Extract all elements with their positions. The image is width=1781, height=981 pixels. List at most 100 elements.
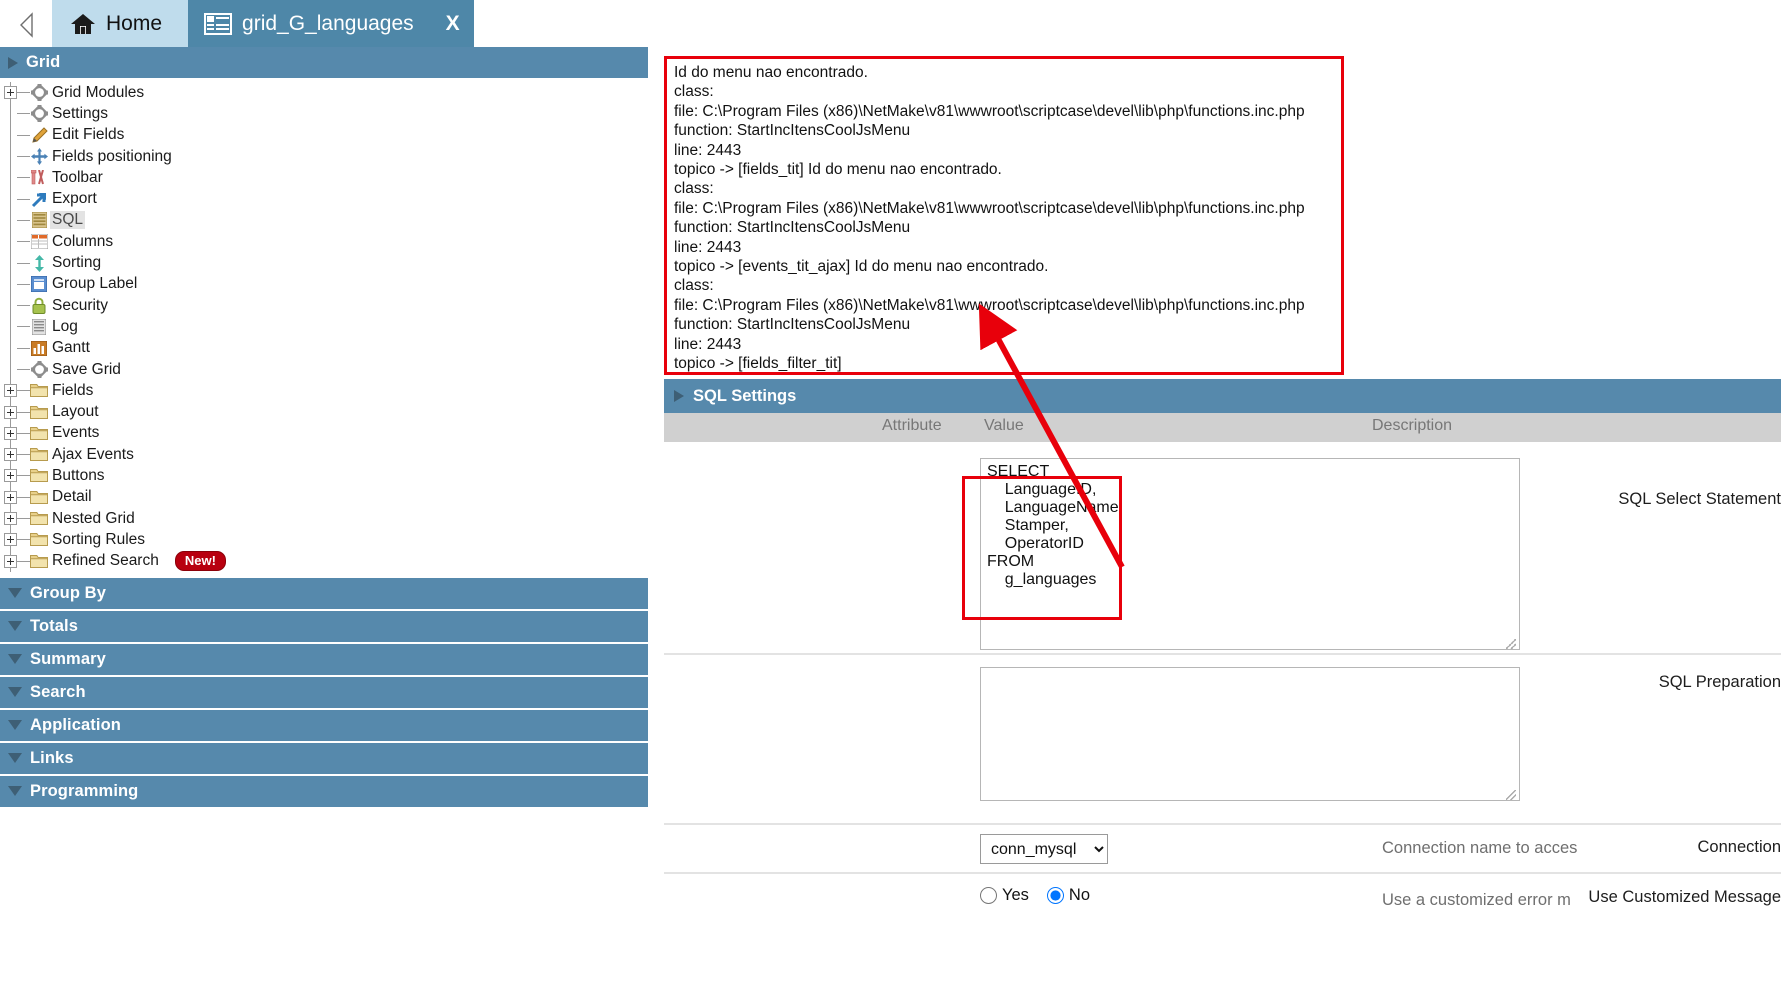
tree-expand-icon[interactable] [4,554,17,568]
sidebar-item-label: Layout [52,403,99,421]
sidebar-group-links[interactable]: Links [0,742,648,776]
sidebar-item-label: Security [52,296,108,314]
connection-select[interactable]: conn_mysql [980,834,1108,864]
sql-settings-title: SQL Settings [693,386,797,405]
sidebar-item-fields[interactable]: Fields [0,380,648,401]
radio-yes-input[interactable] [980,887,997,904]
tree-expand-icon[interactable] [4,512,17,526]
sql-select-statement-input[interactable] [980,458,1520,650]
back-button[interactable] [0,0,52,47]
sidebar-item-toolbar[interactable]: Toolbar [0,167,648,188]
sidebar-item-columns[interactable]: Columns [0,231,648,252]
tree-expand-icon[interactable] [4,469,17,483]
chevron-down-icon [8,654,22,665]
tab-home[interactable]: Home [52,0,189,47]
folder-icon [30,532,48,548]
radio-yes-label: Yes [1002,886,1029,904]
sidebar-item-label: Export [52,190,97,208]
folder-icon [30,447,48,463]
sidebar-item-export[interactable]: Export [0,188,648,209]
sidebar-item-gantt[interactable]: Gantt [0,338,648,359]
tree-expand-icon[interactable] [4,86,17,100]
tree-branch-line [17,241,30,243]
column-header-description: Description [1372,417,1453,434]
folder-icon [30,404,48,420]
sidebar-group-programming[interactable]: Programming [0,775,648,809]
sidebar-item-log[interactable]: Log [0,316,648,337]
sidebar-group-application[interactable]: Application [0,709,648,743]
gear-icon [30,105,48,123]
sidebar-item-grid-modules[interactable]: Grid Modules [0,82,648,103]
sidebar-group-grid[interactable]: Grid [0,47,648,80]
sidebar-item-group-label[interactable]: Group Label [0,274,648,295]
error-line: class: [674,83,714,101]
tree-expand-icon[interactable] [4,405,17,419]
tree-branch-line [17,113,30,115]
sidebar-group-label: Group By [30,583,106,602]
sidebar-group-search[interactable]: Search [0,676,648,710]
tab-grid-g-languages[interactable]: grid_G_languages X [188,0,474,47]
tree-expand-icon[interactable] [4,448,17,462]
sidebar-group-group-by[interactable]: Group By [0,577,648,611]
sidebar-item-label: Sorting Rules [52,530,146,548]
row-sql-select-statement: SQL Select Statement [664,442,1781,655]
resize-grip-icon[interactable] [1506,790,1516,800]
sidebar-item-label: Log [52,317,78,335]
tree-branch-line [17,560,30,562]
tree-expand-icon[interactable] [4,426,17,440]
sidebar-item-sql[interactable]: SQL [0,210,648,231]
tree-branch-line [17,92,30,94]
sidebar-item-label: Refined Search [52,552,159,570]
row-connection: Connection conn_mysql Connection name to… [664,825,1781,874]
error-line: line: 2443 [674,335,742,353]
sidebar-item-edit-fields[interactable]: Edit Fields [0,125,648,146]
tree-expand-icon[interactable] [4,384,17,398]
sidebar-item-detail[interactable]: Detail [0,487,648,508]
tree-expand-icon[interactable] [4,490,17,504]
error-line: line: 2443 [674,238,742,256]
sidebar-item-sorting-rules[interactable]: Sorting Rules [0,529,648,550]
sidebar-item-ajax-events[interactable]: Ajax Events [0,444,648,465]
sidebar-item-settings[interactable]: Settings [0,103,648,124]
sidebar-item-events[interactable]: Events [0,423,648,444]
sidebar-group-label: Summary [30,649,106,668]
description-connection: Connection name to acces [1382,839,1578,857]
tab-close-icon[interactable]: X [446,12,460,36]
radio-yes[interactable]: Yes [980,886,1029,905]
sidebar-item-save-grid[interactable]: Save Grid [0,359,648,380]
sidebar-item-sorting[interactable]: Sorting [0,252,648,273]
sql-preparation-input[interactable] [980,667,1520,801]
use-customized-message-radio-group[interactable]: Yes No [980,886,1102,905]
error-line: file: C:\Program Files (x86)\NetMake\v81… [674,102,1305,120]
sidebar-item-buttons[interactable]: Buttons [0,465,648,486]
gear-icon [30,361,48,378]
sidebar-item-label: Group Label [52,275,138,293]
sidebar-item-nested-grid[interactable]: Nested Grid [0,508,648,529]
error-line: topico -> [fields_tit] Id do menu nao en… [674,161,1002,179]
sidebar-item-label: Columns [52,232,114,250]
sidebar-item-label: Detail [52,488,92,506]
sidebar-item-security[interactable]: Security [0,295,648,316]
sql-settings-panel-header[interactable]: SQL Settings [664,379,1781,413]
sidebar-item-refined-search[interactable]: Refined Search New! [0,551,648,572]
radio-no[interactable]: No [1046,886,1090,905]
tree-branch-line [17,390,30,392]
sidebar-item-label: SQL [50,211,86,230]
sidebar-item-fields-positioning[interactable]: Fields positioning [0,146,648,167]
sidebar-lower-groups: Group By Totals Summary Search Application Li… [0,577,648,809]
tree-branch-line [17,432,30,434]
sidebar-group-summary[interactable]: Summary [0,643,648,677]
chevron-down-icon [8,720,22,731]
tab-bar: Home grid_G_languages X [0,0,1781,47]
radio-no-input[interactable] [1046,887,1064,904]
chevron-down-icon [8,753,22,764]
sidebar-group-label: Totals [30,616,78,635]
tree-expand-icon[interactable] [4,533,17,547]
resize-grip-icon[interactable] [1506,639,1516,649]
sidebar-group-totals[interactable]: Totals [0,610,648,644]
error-line: line: 2443 [674,141,742,159]
sidebar-item-layout[interactable]: Layout [0,401,648,422]
